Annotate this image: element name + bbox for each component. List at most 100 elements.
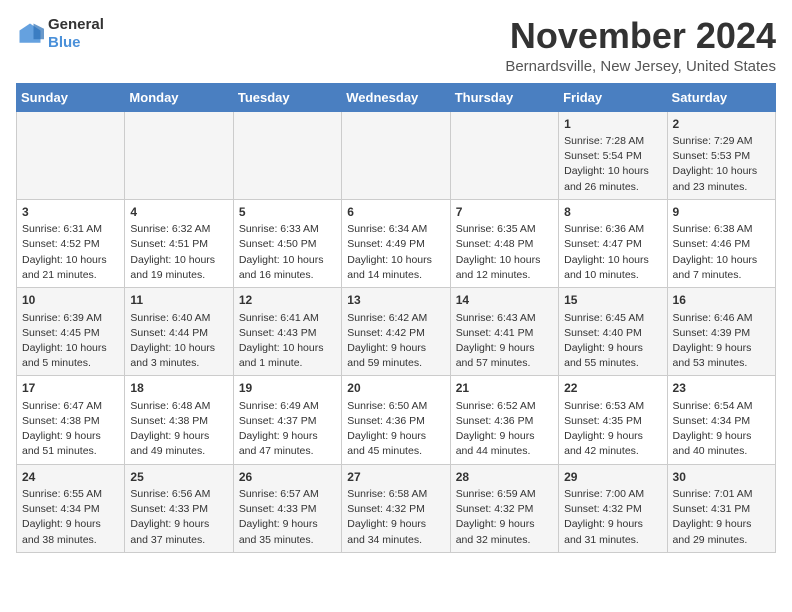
day-info: Sunrise: 6:40 AMSunset: 4:44 PMDaylight:… xyxy=(130,311,227,372)
day-cell xyxy=(17,111,125,199)
day-number: 11 xyxy=(130,292,227,309)
day-cell: 17 Sunrise: 6:47 AMSunset: 4:38 PMDayligh… xyxy=(17,376,125,464)
day-cell: 4Sunrise: 6:32 AMSunset: 4:51 PMDaylight… xyxy=(125,199,233,287)
day-info: Sunrise: 6:57 AMSunset: 4:33 PMDaylight:… xyxy=(239,487,336,548)
day-info: Sunrise: 6:36 AMSunset: 4:47 PMDaylight:… xyxy=(564,222,661,283)
header-cell-sunday: Sunday xyxy=(17,83,125,111)
day-cell: 27Sunrise: 6:58 AMSunset: 4:32 PMDayligh… xyxy=(342,464,450,552)
day-cell: 1Sunrise: 7:28 AMSunset: 5:54 PMDaylight… xyxy=(559,111,667,199)
day-info: Sunrise: 6:55 AMSunset: 4:34 PMDaylight:… xyxy=(22,487,119,548)
day-cell xyxy=(125,111,233,199)
header-cell-monday: Monday xyxy=(125,83,233,111)
day-cell: 16Sunrise: 6:46 AMSunset: 4:39 PMDayligh… xyxy=(667,288,775,376)
week-row-2: 3Sunrise: 6:31 AMSunset: 4:52 PMDaylight… xyxy=(17,199,776,287)
day-info: Sunrise: 6:43 AMSunset: 4:41 PMDaylight:… xyxy=(456,311,553,372)
day-cell: 3Sunrise: 6:31 AMSunset: 4:52 PMDaylight… xyxy=(17,199,125,287)
day-cell: 13Sunrise: 6:42 AMSunset: 4:42 PMDayligh… xyxy=(342,288,450,376)
day-info: Sunrise: 6:48 AMSunset: 4:38 PMDaylight:… xyxy=(130,399,227,460)
day-number: 27 xyxy=(347,469,444,486)
day-number: 3 xyxy=(22,204,119,221)
day-cell: 30Sunrise: 7:01 AMSunset: 4:31 PMDayligh… xyxy=(667,464,775,552)
day-cell: 9Sunrise: 6:38 AMSunset: 4:46 PMDaylight… xyxy=(667,199,775,287)
header-row: SundayMondayTuesdayWednesdayThursdayFrid… xyxy=(17,83,776,111)
day-number: 19 xyxy=(239,380,336,397)
day-number: 22 xyxy=(564,380,661,397)
day-cell: 6Sunrise: 6:34 AMSunset: 4:49 PMDaylight… xyxy=(342,199,450,287)
day-info: Sunrise: 6:49 AMSunset: 4:37 PMDaylight:… xyxy=(239,399,336,460)
day-number: 12 xyxy=(239,292,336,309)
day-number: 15 xyxy=(564,292,661,309)
header-cell-wednesday: Wednesday xyxy=(342,83,450,111)
calendar-header: SundayMondayTuesdayWednesdayThursdayFrid… xyxy=(17,83,776,111)
day-cell xyxy=(342,111,450,199)
location-title: Bernardsville, New Jersey, United States xyxy=(505,58,776,75)
day-info: Sunrise: 6:56 AMSunset: 4:33 PMDaylight:… xyxy=(130,487,227,548)
day-cell: 11 Sunrise: 6:40 AMSunset: 4:44 PMDayligh… xyxy=(125,288,233,376)
day-number: 10 xyxy=(22,292,119,309)
day-info: Sunrise: 6:34 AMSunset: 4:49 PMDaylight:… xyxy=(347,222,444,283)
day-cell: 7Sunrise: 6:35 AMSunset: 4:48 PMDaylight… xyxy=(450,199,558,287)
logo-text: General Blue xyxy=(48,16,104,52)
week-row-4: 17 Sunrise: 6:47 AMSunset: 4:38 PMDayligh… xyxy=(17,376,776,464)
day-info: Sunrise: 6:58 AMSunset: 4:32 PMDaylight:… xyxy=(347,487,444,548)
day-cell: 21 Sunrise: 6:52 AMSunset: 4:36 PMDayligh… xyxy=(450,376,558,464)
day-number: 17 xyxy=(22,380,119,397)
header: General Blue November 2024 Bernardsville… xyxy=(16,16,776,75)
day-number: 5 xyxy=(239,204,336,221)
day-number: 1 xyxy=(564,116,661,133)
day-cell: 23Sunrise: 6:54 AMSunset: 4:34 PMDayligh… xyxy=(667,376,775,464)
day-number: 24 xyxy=(22,469,119,486)
day-info: Sunrise: 6:31 AMSunset: 4:52 PMDaylight:… xyxy=(22,222,119,283)
day-cell: 26Sunrise: 6:57 AMSunset: 4:33 PMDayligh… xyxy=(233,464,341,552)
day-info: Sunrise: 6:50 AMSunset: 4:36 PMDaylight:… xyxy=(347,399,444,460)
day-info: Sunrise: 7:28 AMSunset: 5:54 PMDaylight:… xyxy=(564,134,661,195)
day-info: Sunrise: 6:47 AMSunset: 4:38 PMDaylight:… xyxy=(22,399,119,460)
day-cell: 20 Sunrise: 6:50 AMSunset: 4:36 PMDayligh… xyxy=(342,376,450,464)
day-info: Sunrise: 6:32 AMSunset: 4:51 PMDaylight:… xyxy=(130,222,227,283)
day-cell: 25Sunrise: 6:56 AMSunset: 4:33 PMDayligh… xyxy=(125,464,233,552)
day-number: 16 xyxy=(673,292,770,309)
day-cell: 24Sunrise: 6:55 AMSunset: 4:34 PMDayligh… xyxy=(17,464,125,552)
day-cell: 29Sunrise: 7:00 AMSunset: 4:32 PMDayligh… xyxy=(559,464,667,552)
day-number: 23 xyxy=(673,380,770,397)
day-cell: 28Sunrise: 6:59 AMSunset: 4:32 PMDayligh… xyxy=(450,464,558,552)
header-cell-tuesday: Tuesday xyxy=(233,83,341,111)
day-cell: 14 Sunrise: 6:43 AMSunset: 4:41 PMDayligh… xyxy=(450,288,558,376)
day-cell xyxy=(450,111,558,199)
header-cell-friday: Friday xyxy=(559,83,667,111)
week-row-3: 10Sunrise: 6:39 AMSunset: 4:45 PMDayligh… xyxy=(17,288,776,376)
day-number: 28 xyxy=(456,469,553,486)
day-cell: 12 Sunrise: 6:41 AMSunset: 4:43 PMDayligh… xyxy=(233,288,341,376)
day-cell: 15 Sunrise: 6:45 AMSunset: 4:40 PMDayligh… xyxy=(559,288,667,376)
day-number: 9 xyxy=(673,204,770,221)
day-number: 25 xyxy=(130,469,227,486)
day-info: Sunrise: 7:29 AMSunset: 5:53 PMDaylight:… xyxy=(673,134,770,195)
day-number: 18 xyxy=(130,380,227,397)
day-info: Sunrise: 6:41 AMSunset: 4:43 PMDaylight:… xyxy=(239,311,336,372)
logo-icon xyxy=(16,20,44,48)
day-number: 20 xyxy=(347,380,444,397)
day-info: Sunrise: 7:01 AMSunset: 4:31 PMDaylight:… xyxy=(673,487,770,548)
day-number: 30 xyxy=(673,469,770,486)
day-number: 29 xyxy=(564,469,661,486)
day-cell: 19 Sunrise: 6:49 AMSunset: 4:37 PMDayligh… xyxy=(233,376,341,464)
day-info: Sunrise: 6:45 AMSunset: 4:40 PMDaylight:… xyxy=(564,311,661,372)
logo-line1: General xyxy=(48,16,104,34)
logo-line2: Blue xyxy=(48,34,104,52)
day-number: 4 xyxy=(130,204,227,221)
day-cell: 5Sunrise: 6:33 AMSunset: 4:50 PMDaylight… xyxy=(233,199,341,287)
day-number: 13 xyxy=(347,292,444,309)
header-cell-thursday: Thursday xyxy=(450,83,558,111)
day-number: 21 xyxy=(456,380,553,397)
day-cell: 8Sunrise: 6:36 AMSunset: 4:47 PMDaylight… xyxy=(559,199,667,287)
day-cell: 22 Sunrise: 6:53 AMSunset: 4:35 PMDayligh… xyxy=(559,376,667,464)
calendar-table: SundayMondayTuesdayWednesdayThursdayFrid… xyxy=(16,83,776,553)
week-row-5: 24Sunrise: 6:55 AMSunset: 4:34 PMDayligh… xyxy=(17,464,776,552)
day-number: 2 xyxy=(673,116,770,133)
title-area: November 2024 Bernardsville, New Jersey,… xyxy=(505,16,776,75)
month-title: November 2024 xyxy=(505,16,776,56)
day-info: Sunrise: 6:53 AMSunset: 4:35 PMDaylight:… xyxy=(564,399,661,460)
day-info: Sunrise: 6:52 AMSunset: 4:36 PMDaylight:… xyxy=(456,399,553,460)
day-number: 14 xyxy=(456,292,553,309)
day-info: Sunrise: 6:59 AMSunset: 4:32 PMDaylight:… xyxy=(456,487,553,548)
